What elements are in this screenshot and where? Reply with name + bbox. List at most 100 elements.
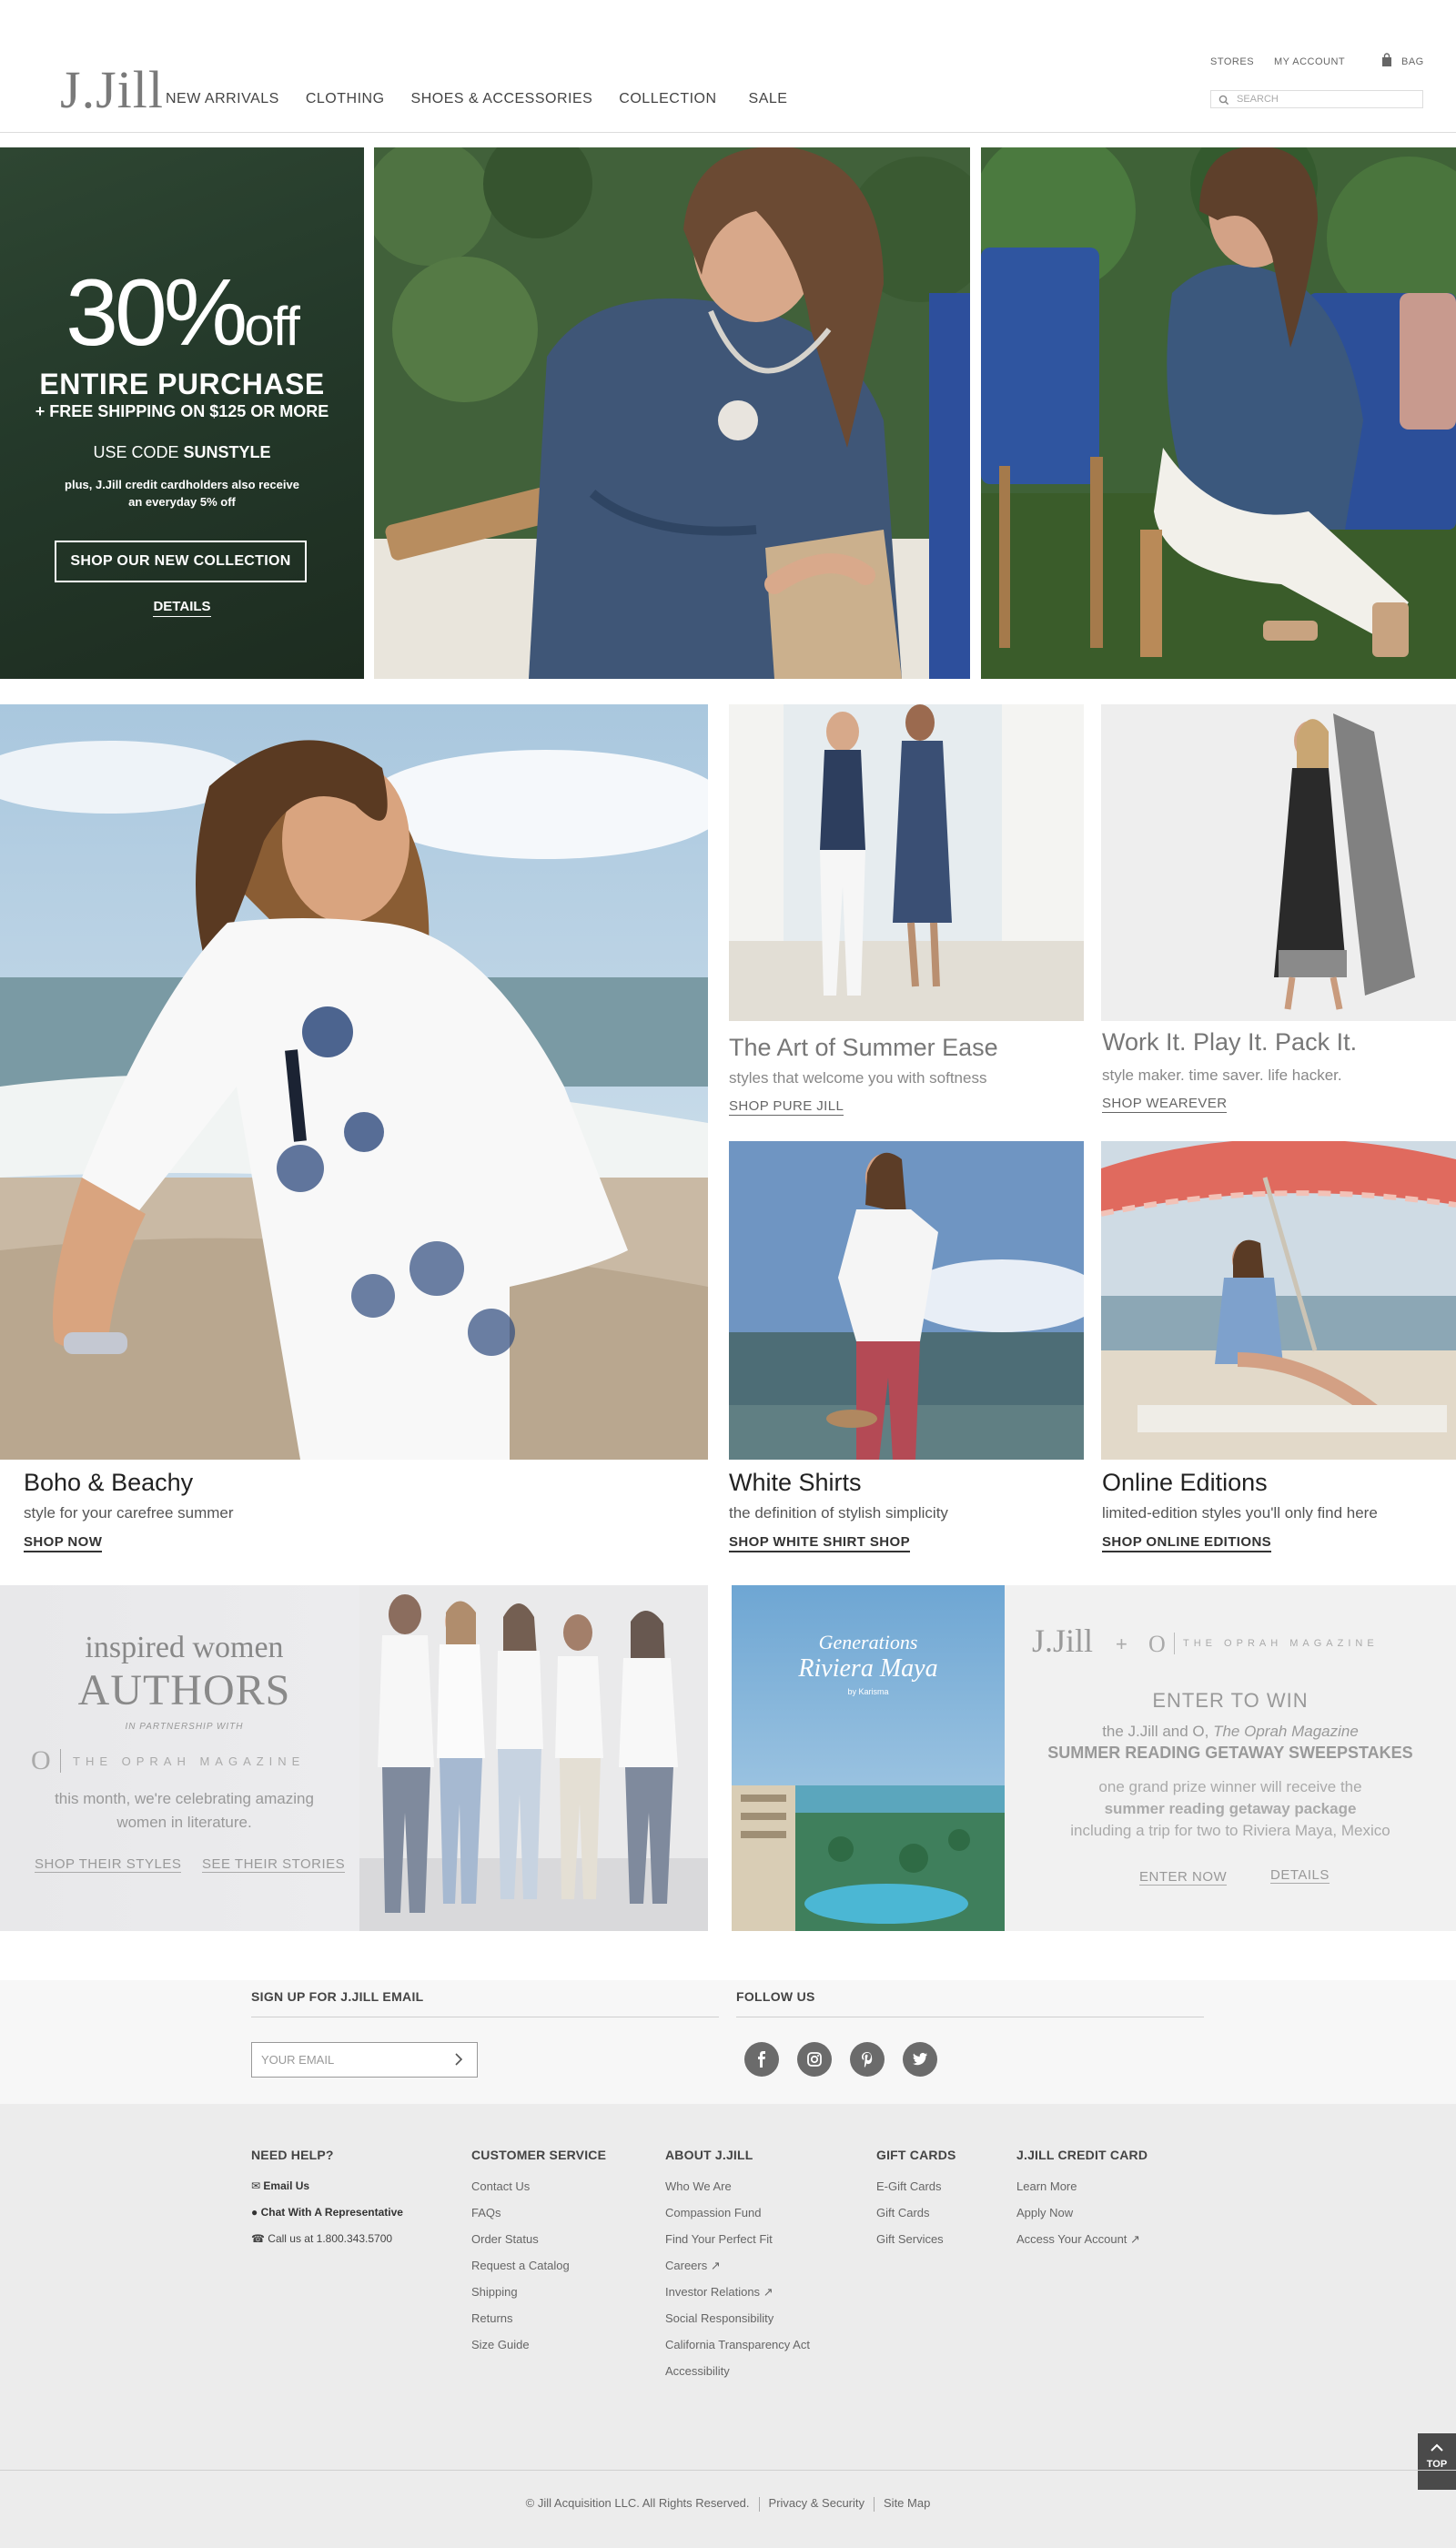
bag-link[interactable]: BAG [1401,56,1424,67]
email-field[interactable]: YOUR EMAIL [251,2042,478,2078]
bag-icon[interactable] [1380,53,1393,72]
footer-service-list: Contact Us FAQs Order Status Request a C… [471,2179,570,2364]
online-editions-photo[interactable] [1101,1141,1456,1460]
footer-chat[interactable]: ● Chat With A Representative [251,2206,403,2232]
footer-contact-us[interactable]: Contact Us [471,2179,570,2206]
my-account-link[interactable]: MY ACCOUNT [1274,56,1345,67]
white-shirts-photo[interactable] [729,1141,1084,1460]
privacy-link[interactable]: Privacy & Security [769,2496,864,2510]
back-to-top-button[interactable]: TOP [1418,2433,1456,2490]
nav-clothing[interactable]: CLOTHING [306,91,385,107]
boho-shop-now-link[interactable]: SHOP NOW [24,1534,103,1552]
summer-ease-photo[interactable] [729,704,1084,1021]
sweeps-line4: summer reading getaway package [1104,1800,1357,1817]
footer-gift-title: GIFT CARDS [876,2148,956,2162]
logo-divider [60,1749,61,1773]
work-it-photo[interactable] [1101,704,1456,1021]
authors-panel[interactable]: inspired women AUTHORS IN PARTNERSHIP WI… [0,1585,708,1931]
search-input[interactable]: SEARCH [1210,90,1423,108]
twitter-icon[interactable] [903,2042,937,2077]
jjill-logo-small: J.Jill [1032,1623,1094,1659]
nav-new-arrivals[interactable]: NEW ARRIVALS [166,91,279,107]
enter-to-win-heading: ENTER TO WIN [1152,1689,1309,1712]
online-editions-subtitle: limited-edition styles you'll only find … [1102,1504,1378,1522]
phone-icon: ☎ [251,2232,265,2245]
footer-help-list: ✉ Email Us ● Chat With A Representative … [251,2179,403,2259]
shop-white-shirt-link[interactable]: SHOP WHITE SHIRT SHOP [729,1534,910,1552]
promo-code: USE CODE SUNSTYLE [93,443,271,461]
facebook-icon[interactable] [744,2042,779,2077]
hero-photo-lawn-chair[interactable] [981,147,1456,679]
oprah-magazine-wordmark: THE OPRAH MAGAZINE [73,1754,306,1768]
nav-shoes-accessories[interactable]: SHOES & ACCESSORIES [411,91,593,107]
instagram-icon[interactable] [797,2042,832,2077]
summer-ease-subtitle: styles that welcome you with softness [729,1069,987,1087]
sweepstakes-panel[interactable]: Generations Riviera Maya by Karisma J.Ji… [732,1585,1456,1931]
copyright-text: © Jill Acquisition LLC. All Rights Reser… [525,2496,750,2510]
summer-ease-title: The Art of Summer Ease [729,1034,998,1061]
authors-partner-label: IN PARTNERSHIP WITH [125,1722,244,1732]
promo-shipping: + FREE SHIPPING ON $125 OR MORE [35,402,329,420]
promo-details-link[interactable]: DETAILS [0,599,364,617]
footer-shipping[interactable]: Shipping [471,2285,570,2311]
authors-group-photo [359,1585,708,1931]
external-link-icon: ↗ [710,2259,721,2272]
stores-link[interactable]: STORES [1210,56,1254,67]
sweeps-details-link[interactable]: DETAILS [1270,1867,1330,1884]
pinterest-icon[interactable] [850,2042,885,2077]
footer-faqs[interactable]: FAQs [471,2206,570,2232]
promo-percent: 30%off [66,260,300,366]
see-their-stories-link[interactable]: SEE THEIR STORIES [202,1856,346,1873]
shop-online-editions-link[interactable]: SHOP ONLINE EDITIONS [1102,1534,1272,1552]
nav-collection[interactable]: COLLECTION [619,91,716,107]
shop-new-collection-button[interactable]: SHOP OUR NEW COLLECTION [55,541,307,582]
external-link-icon: ↗ [1130,2232,1140,2246]
footer-careers[interactable]: Careers ↗ [665,2259,810,2285]
footer-social-responsibility[interactable]: Social Responsibility [665,2311,810,2338]
resort-name-line2: Riviera Maya [798,1654,938,1683]
footer-accessibility[interactable]: Accessibility [665,2364,810,2391]
shop-their-styles-link[interactable]: SHOP THEIR STYLES [35,1856,182,1873]
chevron-right-icon[interactable] [454,2052,463,2069]
footer-perfect-fit[interactable]: Find Your Perfect Fit [665,2232,810,2259]
boho-photo[interactable] [0,704,708,1460]
boho-title: Boho & Beachy [24,1469,194,1496]
hero-photo-seated-woman[interactable] [374,147,970,679]
work-it-subtitle: style maker. time saver. life hacker. [1102,1067,1342,1084]
footer-gift-list: E-Gift Cards Gift Cards Gift Services [876,2179,944,2259]
promo-panel: 30%off ENTIRE PURCHASE + FREE SHIPPING O… [0,147,364,679]
footer-e-gift-cards[interactable]: E-Gift Cards [876,2179,944,2206]
footer-returns[interactable]: Returns [471,2311,570,2338]
footer-compassion-fund[interactable]: Compassion Fund [665,2206,810,2232]
online-editions-title: Online Editions [1102,1469,1268,1496]
footer-gift-cards[interactable]: Gift Cards [876,2206,944,2232]
footer-who-we-are[interactable]: Who We Are [665,2179,810,2206]
site-map-link[interactable]: Site Map [884,2496,930,2510]
footer-learn-more[interactable]: Learn More [1016,2179,1140,2206]
riviera-maya-photo: Generations Riviera Maya by Karisma [732,1585,1005,1931]
footer-transparency-act[interactable]: California Transparency Act [665,2338,810,2364]
search-placeholder: SEARCH [1237,94,1279,105]
footer-apply-now[interactable]: Apply Now [1016,2206,1140,2232]
footer-credit-list: Learn More Apply Now Access Your Account… [1016,2179,1140,2259]
footer-investor-relations[interactable]: Investor Relations ↗ [665,2285,810,2311]
plus-sign: + [1116,1633,1127,1655]
site-logo[interactable]: J.Jill [60,64,164,116]
footer-call: ☎ Call us at 1.800.343.5700 [251,2232,393,2245]
envelope-icon: ✉ [251,2179,261,2192]
nav-sale[interactable]: SALE [749,91,788,107]
enter-now-link[interactable]: ENTER NOW [1139,1869,1228,1886]
sweeps-line1: the J.Jill and O, The Oprah Magazine [1102,1723,1359,1740]
sweeps-line2: SUMMER READING GETAWAY SWEEPSTAKES [1047,1744,1413,1762]
footer-size-guide[interactable]: Size Guide [471,2338,570,2364]
shop-wearever-link[interactable]: SHOP WEAREVER [1102,1096,1228,1113]
footer-access-account[interactable]: Access Your Account ↗ [1016,2232,1140,2259]
authors-kicker: inspired women [85,1631,284,1664]
footer-gift-services[interactable]: Gift Services [876,2232,944,2259]
follow-us-label: FOLLOW US [736,1989,815,2004]
footer-order-status[interactable]: Order Status [471,2232,570,2259]
footer-email-us[interactable]: ✉ Email Us [251,2179,403,2206]
work-it-title: Work It. Play It. Pack It. [1102,1028,1358,1056]
shop-pure-jill-link[interactable]: SHOP PURE JILL [729,1098,844,1116]
footer-request-catalog[interactable]: Request a Catalog [471,2259,570,2285]
